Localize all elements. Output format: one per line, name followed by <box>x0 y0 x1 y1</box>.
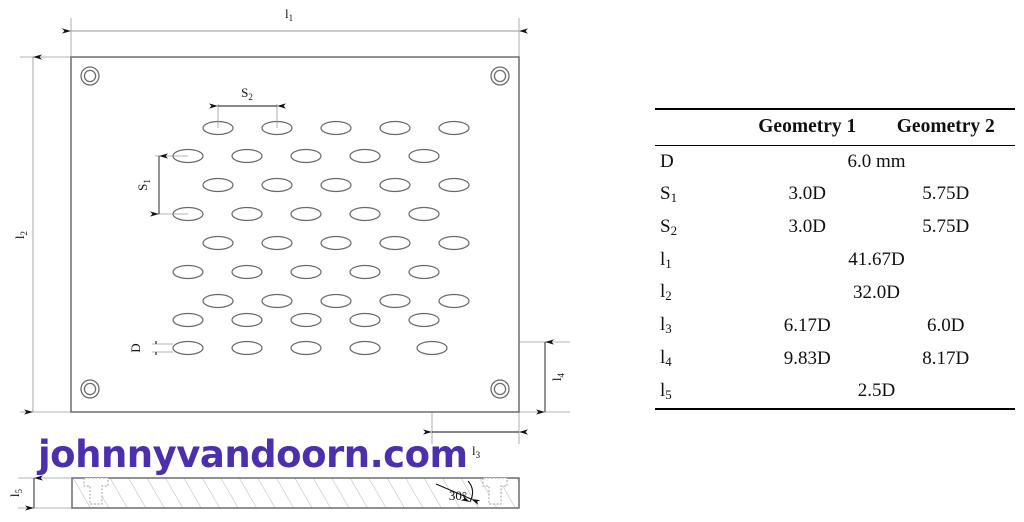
table-row-label: D <box>655 145 738 178</box>
table-cell-geometry-1: 3.0D <box>788 216 826 238</box>
table-row: S2 3.0D 5.75D <box>655 211 1015 244</box>
table-row: D 6.0 mm <box>655 145 1015 178</box>
table-cell-span: 41.67D <box>848 249 905 271</box>
table-cell-geometry-1: 3.0D <box>788 183 826 205</box>
dimension-l4: l4 <box>536 339 566 415</box>
table-row-label: l1 <box>660 248 672 271</box>
table-row-label: l5 <box>655 374 738 410</box>
table-row: l3 6.17D 6.0D <box>655 309 1015 342</box>
table-row: S1 3.0D 5.75D <box>655 178 1015 211</box>
dimension-l1: l1 <box>62 6 528 34</box>
watermark-text: johnnyvandoorn.com <box>38 433 468 476</box>
table-row: l5 2.5D <box>655 374 1015 410</box>
dimension-label-l4: l4 <box>549 372 566 381</box>
table-cell-geometry-1: 6.17D <box>783 314 831 336</box>
table-header-blank <box>655 108 738 146</box>
dimension-label-d: D <box>128 343 143 352</box>
table-header-geometry-1: Geometry 1 <box>738 108 877 146</box>
table-row-label: S2 <box>660 215 678 238</box>
table-row-label: l2 <box>660 281 672 304</box>
plate-outline <box>70 56 520 413</box>
table-row: l2 32.0D <box>655 276 1015 309</box>
dimension-label-l3: l3 <box>472 443 481 460</box>
table-row-label: l3 <box>660 314 672 337</box>
table-cell-geometry-2: 5.75D <box>922 183 970 205</box>
table-row: l1 41.67D <box>655 244 1015 277</box>
table-cell-span: 32.0D <box>853 281 900 303</box>
technical-drawing-page: l1 l2 S2 S1 D l4 l3 30° l5 johnnyvandoor… <box>0 0 1024 522</box>
table-cell-geometry-1: 9.83D <box>783 347 831 369</box>
dimension-label-l1: l1 <box>285 6 293 23</box>
dimension-label-l2: l2 <box>12 231 29 239</box>
table-cell-geometry-2: 8.17D <box>922 347 970 369</box>
geometry-parameters-table: Geometry 1 Geometry 2 D 6.0 mm S1 3.0D 5… <box>655 108 1015 410</box>
table-row-label: S1 <box>660 183 678 205</box>
dimension-l5: l5 <box>7 475 43 511</box>
table-cell-span: 2.5D <box>738 374 1015 410</box>
dimension-l2: l2 <box>12 54 42 415</box>
dimension-label-angle: 30° <box>449 488 467 503</box>
table-header-geometry-2: Geometry 2 <box>876 108 1015 146</box>
table-cell-span: 6.0 mm <box>738 145 1015 178</box>
cross-section-view: 30° <box>71 477 520 509</box>
table-cell-geometry-2: 5.75D <box>922 216 970 238</box>
table-row-label: l4 <box>660 347 672 369</box>
dimension-label-l5: l5 <box>7 488 24 497</box>
table-row: l4 9.83D 8.17D <box>655 342 1015 375</box>
table-cell-geometry-2: 6.0D <box>927 314 965 336</box>
